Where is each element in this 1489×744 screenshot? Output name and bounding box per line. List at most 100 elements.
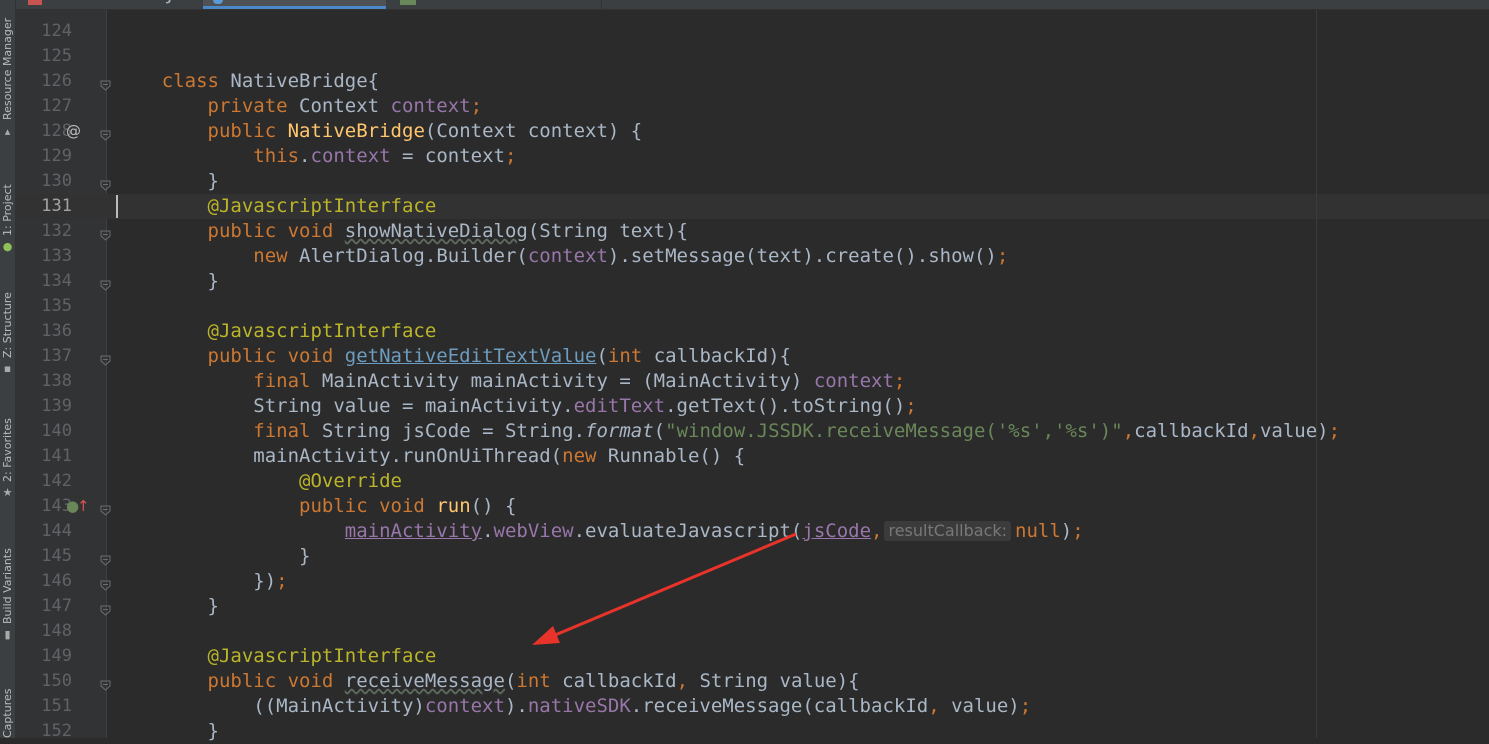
tool-tab-resource-manager[interactable]: Resource Manager: [0, 2, 15, 120]
structure-icon[interactable]: ▪: [1, 362, 14, 375]
code-token: value): [1259, 420, 1329, 442]
overrides-up-arrow-icon[interactable]: ↑: [77, 494, 90, 519]
code-token: ,: [871, 520, 883, 542]
code-line[interactable]: @JavascriptInterface: [116, 194, 437, 219]
code-token: null: [1015, 520, 1061, 542]
code-line[interactable]: }: [116, 169, 219, 194]
code-token: .: [482, 520, 494, 542]
editor-tab-bar: [16, 0, 1489, 10]
line-number: 148: [41, 621, 72, 641]
code-token: format: [585, 420, 654, 442]
code-line[interactable]: class NativeBridge{: [116, 69, 379, 94]
implements-marker-icon[interactable]: @: [66, 119, 81, 144]
editor-tab-inactive[interactable]: [16, 0, 121, 9]
code-token: private: [207, 95, 300, 117]
code-token: webView: [493, 520, 574, 542]
right-margin-guide: [1316, 10, 1317, 738]
code-token: .getText().toString(): [665, 395, 906, 417]
line-number: 150: [41, 671, 72, 691]
code-line[interactable]: });: [116, 569, 287, 594]
code-line[interactable]: ((MainActivity)context).nativeSDK.receiv…: [116, 694, 1031, 719]
code-token: callbackId: [1134, 420, 1249, 442]
fold-marker-icon[interactable]: [100, 276, 111, 291]
code-token: receiveMessage: [344, 670, 505, 692]
line-number: 142: [41, 471, 72, 491]
code-line[interactable]: }: [116, 719, 219, 744]
line-number: 129: [41, 146, 72, 166]
fold-marker-icon[interactable]: [100, 126, 111, 141]
code-token: ;: [893, 370, 906, 392]
code-token: getNativeEditTextValue: [344, 345, 597, 367]
line-number: 151: [41, 696, 72, 716]
code-line[interactable]: final String jsCode = String.format("win…: [116, 419, 1340, 444]
code-token: new: [562, 445, 608, 467]
star-icon[interactable]: ★: [1, 486, 14, 499]
code-token: ).setMessage(text).create().show(): [607, 245, 997, 267]
code-token: ): [1060, 520, 1073, 542]
fold-marker-icon[interactable]: [100, 501, 111, 516]
fold-marker-icon[interactable]: [100, 551, 111, 566]
code-line[interactable]: }: [116, 594, 219, 619]
code-token: }: [116, 545, 311, 567]
android-icon[interactable]: ●: [1, 240, 14, 253]
tool-tab-structure[interactable]: Z: Structure: [0, 280, 15, 358]
code-token: NativeBridge{: [230, 70, 380, 92]
fold-marker-icon[interactable]: [100, 601, 111, 616]
code-token: public void: [207, 670, 345, 692]
code-line[interactable]: mainActivity.runOnUiThread(new Runnable(…: [116, 444, 745, 469]
code-line[interactable]: }: [116, 269, 219, 294]
fold-marker-icon[interactable]: [100, 76, 111, 91]
code-line[interactable]: @JavascriptInterface: [116, 644, 437, 669]
line-number: 123: [16, 0, 72, 1]
code-line[interactable]: private Context context;: [116, 94, 483, 119]
tool-tab-captures[interactable]: Captures: [0, 672, 15, 738]
code-token: editText: [573, 395, 666, 417]
line-number: 137: [41, 346, 72, 366]
code-token: (: [653, 420, 666, 442]
code-token: Runnable() {: [607, 445, 746, 467]
code-token: Context: [299, 95, 391, 117]
code-line[interactable]: mainActivity.webView.evaluateJavascript(…: [116, 519, 1084, 544]
code-token: ).: [504, 695, 528, 717]
tool-tab-favorites[interactable]: 2: Favorites: [0, 402, 15, 482]
code-line[interactable]: this.context = context;: [116, 144, 516, 169]
fold-marker-icon[interactable]: [100, 176, 111, 191]
fold-marker-icon[interactable]: [100, 676, 111, 691]
code-line[interactable]: @JavascriptInterface: [116, 319, 437, 344]
code-token: int: [607, 345, 654, 367]
fold-marker-icon[interactable]: [100, 226, 111, 241]
tool-tab-project[interactable]: 1: Project: [0, 170, 15, 236]
code-line[interactable]: new AlertDialog.Builder(context).setMess…: [116, 244, 1008, 269]
code-line[interactable]: String value = mainActivity.editText.get…: [116, 394, 916, 419]
build-variants-icon[interactable]: ▮: [1, 628, 14, 641]
tool-tab-build-variants[interactable]: Build Variants: [0, 532, 15, 624]
code-line[interactable]: public void showNativeDialog(String text…: [116, 219, 688, 244]
code-line[interactable]: @Override: [116, 469, 402, 494]
fold-marker-icon[interactable]: [100, 576, 111, 591]
code-line[interactable]: }: [116, 544, 310, 569]
code-token: }: [116, 270, 219, 292]
code-line[interactable]: final MainActivity mainActivity = (MainA…: [116, 369, 905, 394]
code-line[interactable]: }: [164, 0, 175, 7]
code-token: () {: [470, 495, 517, 517]
code-line[interactable]: public NativeBridge(Context context) {: [116, 119, 643, 144]
code-line[interactable]: public void run() {: [116, 494, 516, 519]
fold-marker-icon[interactable]: [100, 351, 111, 366]
code-token: ;: [504, 145, 517, 167]
line-number: 143: [41, 496, 72, 516]
code-line[interactable]: public void receiveMessage(int callbackI…: [116, 669, 860, 694]
code-token: NativeBridge: [287, 120, 425, 142]
line-number: 131: [41, 196, 72, 216]
code-line[interactable]: public void getNativeEditTextValue(int c…: [116, 344, 791, 369]
code-token: @JavascriptInterface: [207, 195, 437, 217]
line-number: 147: [41, 596, 72, 616]
resource-manager-icon[interactable]: ▴: [1, 125, 14, 138]
code-token: public void: [299, 495, 437, 517]
code-token: @Override: [299, 470, 402, 492]
editor-tab-active[interactable]: [203, 0, 386, 9]
editor-tab-inactive[interactable]: [386, 0, 602, 9]
